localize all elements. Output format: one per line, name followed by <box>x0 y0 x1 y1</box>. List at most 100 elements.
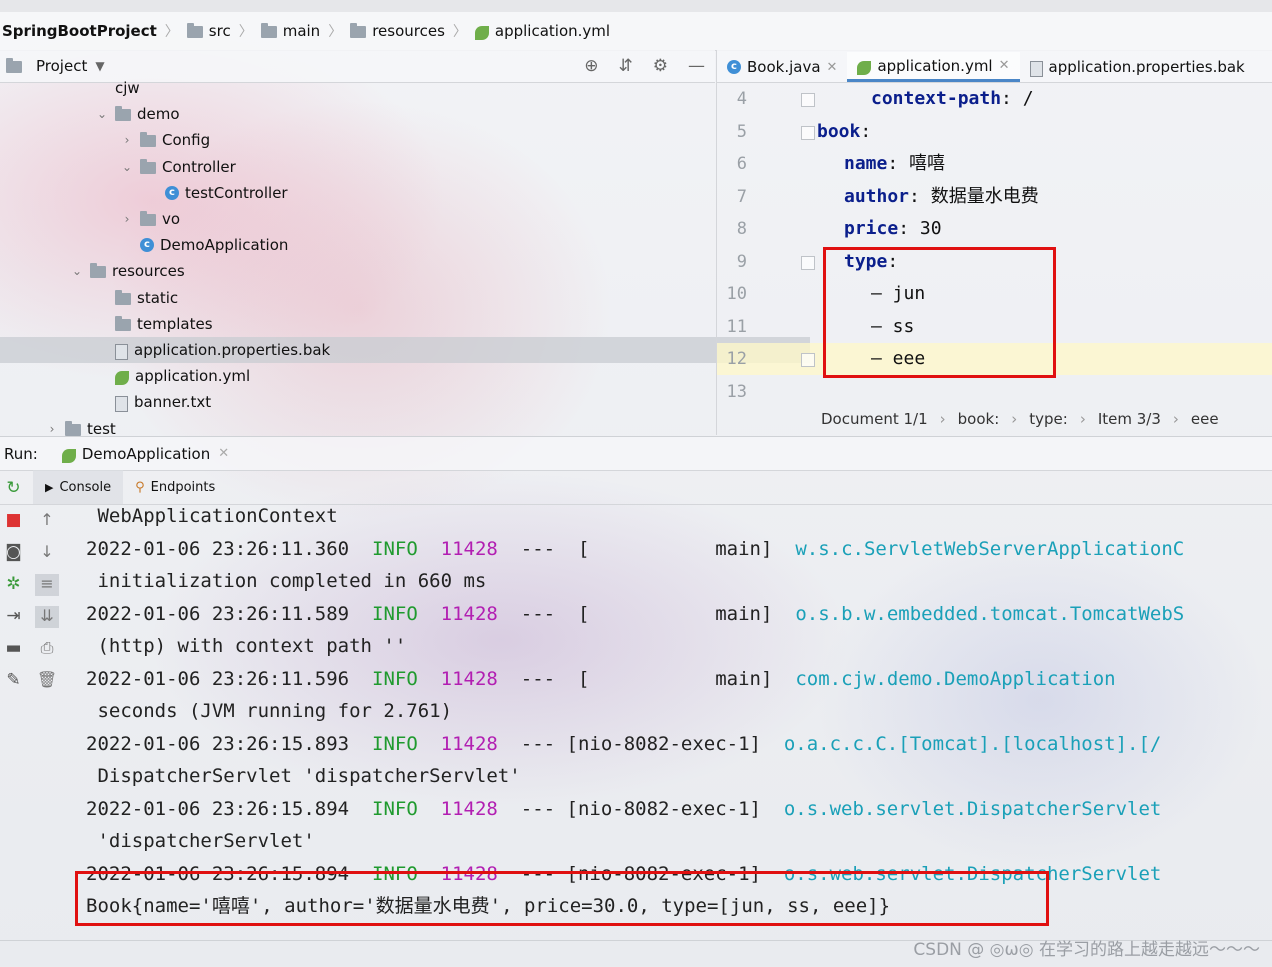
log-logger[interactable]: com.cjw.demo.DemoApplication <box>795 668 1115 690</box>
log-logger[interactable]: o.s.web.servlet.DispatcherServlet <box>784 863 1162 885</box>
close-icon[interactable]: ✕ <box>827 60 838 75</box>
yaml-colon: : <box>887 153 910 174</box>
structure-item[interactable]: type: <box>1029 410 1068 428</box>
tree-item[interactable]: ⌄ demo <box>0 101 810 127</box>
trash-icon[interactable]: 🗑 <box>35 670 59 692</box>
close-icon[interactable]: ✕ <box>218 446 229 461</box>
fold-marker-icon[interactable] <box>801 353 815 367</box>
layout-icon[interactable]: ▬ <box>5 638 21 658</box>
arrow-up-icon[interactable]: ↑ <box>35 510 59 532</box>
yaml-key: type <box>844 250 888 272</box>
tree-item[interactable]: banner.txt <box>0 389 810 415</box>
tree-item[interactable]: cjw <box>0 75 810 101</box>
locate-icon[interactable]: ⊕ <box>584 56 598 76</box>
minimize-icon[interactable]: — <box>688 56 705 76</box>
structure-item[interactable]: Item 3/3 <box>1098 410 1161 428</box>
rerun-icon[interactable]: ↻ <box>6 478 20 498</box>
yaml-leaf-icon <box>857 60 872 75</box>
tab-application-properties-bak[interactable]: application.properties.bak <box>1020 52 1255 82</box>
breadcrumb-project[interactable]: SpringBootProject <box>0 22 159 40</box>
yaml-key: context-path <box>871 88 1002 109</box>
structure-item[interactable]: book: <box>958 410 1000 428</box>
code-area[interactable]: 4 context-path: / 5 book: 6 name: 嘻嘻 7 author:… <box>717 83 1272 403</box>
debug-icon[interactable]: ✲ <box>6 574 20 594</box>
log-pid: 11428 <box>440 732 498 755</box>
tab-endpoints[interactable]: ⚲ Endpoints <box>123 470 227 504</box>
chevron-right-icon[interactable]: › <box>120 133 134 147</box>
log-logger[interactable]: o.a.c.c.C.[Tomcat].[localhost].[/ <box>784 733 1162 755</box>
code-text: – eee <box>871 343 925 375</box>
console-line: 2022-01-06 23:26:15.894 INFO 11428 --- [… <box>86 793 1161 825</box>
tab-label: application.yml <box>877 56 993 75</box>
console-text: seconds (JVM running for 2.761) <box>86 700 453 722</box>
log-logger[interactable]: w.s.c.ServletWebServerApplicationC <box>795 538 1184 560</box>
folder-icon <box>90 263 106 279</box>
tab-console[interactable]: ▶ Console <box>33 470 124 504</box>
collapse-all-icon[interactable]: ⇵ <box>619 56 633 76</box>
chevron-down-icon[interactable]: ▼ <box>95 59 104 73</box>
chevron-right-icon[interactable]: › <box>45 422 59 436</box>
fold-marker-icon[interactable] <box>801 255 815 270</box>
close-icon[interactable]: ✕ <box>999 58 1010 73</box>
console-text: 'dispatcherServlet' <box>86 830 315 852</box>
breadcrumb-item-resources[interactable]: resources <box>348 22 447 40</box>
fold-marker-icon[interactable] <box>801 125 815 140</box>
log-level: INFO <box>372 537 418 560</box>
console-icon: ▶ <box>45 480 54 494</box>
log-logger[interactable]: o.s.b.w.embedded.tomcat.TomcatWebS <box>795 603 1184 625</box>
breadcrumb-item-src[interactable]: src <box>185 22 233 40</box>
structure-item[interactable]: Document 1/1 <box>821 410 928 428</box>
code-text: price: 30 <box>844 213 942 245</box>
tree-item[interactable]: application.properties.bak <box>0 337 810 363</box>
tab-book-java[interactable]: c Book.java ✕ <box>717 52 847 82</box>
camera-icon[interactable]: ◙ <box>5 542 22 562</box>
gear-icon[interactable]: ⚙ <box>653 56 668 76</box>
run-label: Run: <box>4 444 38 463</box>
console-output[interactable]: WebApplicationContext 2022-01-06 23:26:11… <box>62 500 1272 940</box>
log-thread: --- [nio-8082-exec-1] <box>520 797 761 820</box>
breadcrumb-item-file[interactable]: application.yml <box>473 22 612 40</box>
chevron-right-icon[interactable]: › <box>120 212 134 226</box>
tree-item[interactable]: › vo <box>0 206 835 232</box>
chevron-right-icon: 〉 <box>238 24 253 40</box>
tab-label: Book.java <box>747 58 821 76</box>
chevron-down-icon[interactable]: ⌄ <box>120 160 134 174</box>
exit-icon[interactable]: ⇥ <box>6 606 20 626</box>
tree-item[interactable]: c DemoApplication <box>0 232 835 258</box>
tab-application-yml[interactable]: application.yml ✕ <box>847 52 1020 82</box>
stop-icon[interactable]: ■ <box>5 510 21 530</box>
line-number: 12 <box>726 349 747 369</box>
breadcrumb-item-main[interactable]: main <box>259 22 322 40</box>
chevron-down-icon[interactable]: ⌄ <box>70 264 84 278</box>
tree-item[interactable]: ⌄ Controller <box>0 154 835 180</box>
log-thread: --- [nio-8082-exec-1] <box>520 862 761 885</box>
yaml-key: price <box>844 218 899 239</box>
chevron-down-icon[interactable]: ⌄ <box>95 107 109 121</box>
soft-wrap-icon[interactable]: ≡ <box>35 574 59 596</box>
tree-item[interactable]: templates <box>0 311 810 337</box>
log-level: INFO <box>372 862 418 885</box>
console-line: (http) with context path '' <box>86 630 406 662</box>
fold-marker-icon[interactable] <box>801 93 815 107</box>
tree-item[interactable]: static <box>0 285 810 311</box>
arrow-down-icon[interactable]: ↓ <box>35 542 59 564</box>
project-panel-title[interactable]: Project <box>36 57 87 75</box>
line-number: 10 <box>726 284 747 304</box>
class-icon: c <box>727 60 741 74</box>
scroll-to-end-icon[interactable]: ⇊ <box>35 606 59 628</box>
structure-item[interactable]: eee <box>1191 410 1219 428</box>
yaml-value: – eee <box>871 348 926 369</box>
tree-item[interactable]: application.yml <box>0 363 810 389</box>
log-logger[interactable]: o.s.web.servlet.DispatcherServlet <box>784 798 1162 820</box>
print-icon[interactable]: ⎙ <box>35 638 59 660</box>
line-number: 8 <box>736 219 747 239</box>
tree-item-label: demo <box>137 105 180 124</box>
tree-item[interactable]: › Config <box>0 127 835 153</box>
tree-item-label: vo <box>162 210 181 228</box>
run-tab-demoapplication[interactable]: DemoApplication ✕ <box>61 445 229 463</box>
code-line: 4 context-path: / <box>717 83 1272 115</box>
pin-icon[interactable]: ✎ <box>6 670 20 690</box>
editor-panel: c Book.java ✕ application.yml ✕ application.p… <box>716 50 1272 435</box>
editor-tabs: c Book.java ✕ application.yml ✕ application.p… <box>717 50 1272 83</box>
tree-item[interactable]: ⌄ resources <box>0 258 785 284</box>
